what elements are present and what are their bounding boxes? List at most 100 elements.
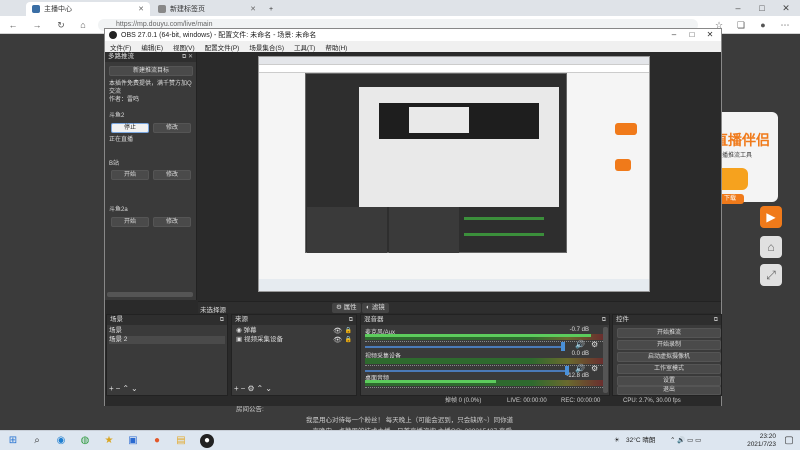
close-tab-icon[interactable]: ✕	[138, 5, 144, 13]
notifications-icon[interactable]: ▢	[782, 434, 796, 448]
menu-file[interactable]: 文件(F)	[105, 42, 136, 52]
back-icon[interactable]: ←	[6, 18, 20, 32]
minimize-icon[interactable]: –	[726, 0, 750, 16]
target-edit-button[interactable]: 修改	[153, 170, 191, 180]
eye-icon[interactable]: 👁	[333, 336, 342, 344]
eye-icon[interactable]: 👁	[333, 327, 342, 335]
file-explorer-icon[interactable]: ▤	[174, 434, 188, 448]
scene-item-selected[interactable]: 场景 2	[109, 336, 225, 344]
menu-tools[interactable]: 工具(T)	[289, 42, 320, 52]
exit-button[interactable]: 退出	[617, 386, 721, 395]
menu-edit[interactable]: 编辑(E)	[136, 42, 168, 52]
collections-icon[interactable]: ❏	[734, 18, 748, 32]
obs-taskbar-icon[interactable]: ●	[200, 434, 214, 448]
add-icon[interactable]: +	[234, 384, 241, 393]
mixer-channel: 麦克风/Aux -0.7 dB 🔊 ⚙	[365, 327, 605, 351]
nested-tab-strip	[259, 57, 649, 65]
dock-float-close-icon[interactable]: ⧉ ✕	[182, 52, 193, 62]
dock-float-icon[interactable]: ⧉	[220, 315, 224, 325]
source-label: 视频采集设备	[243, 336, 283, 343]
new-tab-button[interactable]: +	[264, 2, 278, 16]
share-icon[interactable]: ⤢	[760, 264, 782, 286]
scene-item[interactable]: 场景	[109, 327, 122, 335]
app-icon[interactable]: ★	[102, 434, 116, 448]
close-icon[interactable]: ✕	[701, 29, 719, 41]
close-window-icon[interactable]: ✕	[774, 0, 798, 16]
new-target-button[interactable]: 新建推流目标	[109, 66, 193, 76]
preview-area[interactable]	[198, 52, 721, 300]
home-icon[interactable]: ⌂	[760, 236, 782, 258]
move-up-icon[interactable]: ⌃	[122, 384, 131, 393]
obs-title-bar: OBS 27.0.1 (64-bit, windows) - 配置文件: 未命名…	[105, 29, 721, 41]
multi-stream-dock: 多路推流 ⧉ ✕ 新建推流目标 本插件免费提供，满千赞方加Q交流 作者：雷鸣 斗…	[105, 52, 197, 300]
meter-level	[365, 380, 496, 383]
gear-icon[interactable]: ⚙	[591, 364, 598, 373]
gear-icon[interactable]: ⚙	[591, 340, 598, 349]
source-item[interactable]: ▣ 视频采集设备	[236, 336, 283, 344]
more-icon[interactable]: ⋯	[778, 18, 792, 32]
gear-icon[interactable]: ⚙	[247, 384, 256, 393]
reload-icon[interactable]: ↻	[54, 18, 68, 32]
menu-help[interactable]: 帮助(H)	[320, 42, 352, 52]
dock-title: 场景	[110, 316, 123, 323]
target-name: B站	[109, 161, 120, 167]
target-start-button[interactable]: 开始	[111, 170, 149, 180]
vertical-scrollbar[interactable]	[603, 327, 608, 393]
browser-icon[interactable]: ●	[150, 434, 164, 448]
volume-knob[interactable]	[561, 342, 565, 351]
studio-mode-button[interactable]: 工作室模式	[617, 364, 721, 374]
obs-status-bar: 掉帧 0 (0.0%) LIVE: 00:00:00 REC: 00:00:00…	[105, 397, 721, 406]
browser-tab-label: 新建标签页	[170, 6, 205, 13]
mixer-channel: 桌面音频 -12.8 dB	[365, 373, 605, 388]
target-edit-button[interactable]: 修改	[153, 217, 191, 227]
target-stop-button[interactable]: 停止	[111, 123, 149, 133]
start-recording-button[interactable]: 开始录制	[617, 340, 721, 350]
menu-view[interactable]: 视图(V)	[168, 42, 200, 52]
close-tab-icon[interactable]: ✕	[250, 5, 256, 13]
search-icon[interactable]: ⌕	[30, 434, 44, 448]
browser-tab-active[interactable]: 主播中心 ✕	[26, 2, 150, 16]
volume-slider[interactable]	[365, 346, 565, 348]
home-icon[interactable]: ⌂	[76, 18, 90, 32]
virtual-camera-button[interactable]: 启动虚拟摄像机	[617, 352, 721, 362]
tray-icons[interactable]: ⌃ 🔊 ▭ ▭	[670, 431, 701, 450]
move-up-icon[interactable]: ⌃	[257, 384, 266, 393]
play-icon[interactable]: ▶	[760, 206, 782, 228]
dock-float-icon[interactable]: ⧉	[349, 315, 353, 325]
taskbar-clock[interactable]: 23:20 2021/7/23	[747, 433, 776, 449]
forward-icon[interactable]: →	[30, 18, 44, 32]
edge-icon[interactable]: ◉	[54, 434, 68, 448]
lock-icon[interactable]: 🔒	[345, 336, 352, 343]
store-icon[interactable]: ▣	[126, 434, 140, 448]
obs-menu-bar: 文件(F) 编辑(E) 视图(V) 配置文件(P) 场景集合(S) 工具(T) …	[105, 41, 721, 52]
speaker-icon[interactable]: 🔊	[575, 340, 585, 349]
speaker-icon[interactable]: 🔊	[575, 364, 585, 373]
target-start-button[interactable]: 开始	[111, 217, 149, 227]
profile-icon[interactable]: ●	[756, 18, 770, 32]
menu-profile[interactable]: 配置文件(P)	[200, 42, 245, 52]
horizontal-scrollbar[interactable]	[107, 292, 193, 297]
properties-button[interactable]: ⚙ 属性	[332, 303, 361, 313]
minimize-icon[interactable]: –	[665, 29, 683, 41]
controls-dock: 控件 ⧉ 开始推流 开始录制 启动虚拟摄像机 工作室模式 设置 退出	[612, 314, 722, 396]
windows-start-icon[interactable]: ⊞	[6, 434, 20, 448]
add-icon[interactable]: +	[109, 384, 116, 393]
nested-address-bar	[259, 65, 649, 73]
dock-float-icon[interactable]: ⧉	[602, 315, 606, 325]
target-edit-button[interactable]: 修改	[153, 123, 191, 133]
maximize-icon[interactable]: □	[683, 29, 701, 41]
start-streaming-button[interactable]: 开始推流	[617, 328, 721, 338]
browser-tab[interactable]: 新建标签页 ✕	[152, 2, 262, 16]
volume-slider[interactable]	[365, 370, 565, 372]
dock-float-icon[interactable]: ⧉	[714, 315, 718, 325]
move-down-icon[interactable]: ⌄	[265, 384, 274, 393]
settings-button[interactable]: 设置	[617, 376, 721, 386]
chrome-icon[interactable]: ◍	[78, 434, 92, 448]
maximize-icon[interactable]: □	[750, 0, 774, 16]
lock-icon[interactable]: 🔒	[345, 327, 352, 334]
source-item[interactable]: ◉ 弹幕	[236, 327, 256, 335]
target-name: 斗鱼2	[109, 113, 125, 119]
menu-scene-collection[interactable]: 场景集合(S)	[244, 42, 289, 52]
move-down-icon[interactable]: ⌄	[131, 384, 140, 393]
filters-button[interactable]: ◐ 滤镜	[362, 303, 389, 313]
